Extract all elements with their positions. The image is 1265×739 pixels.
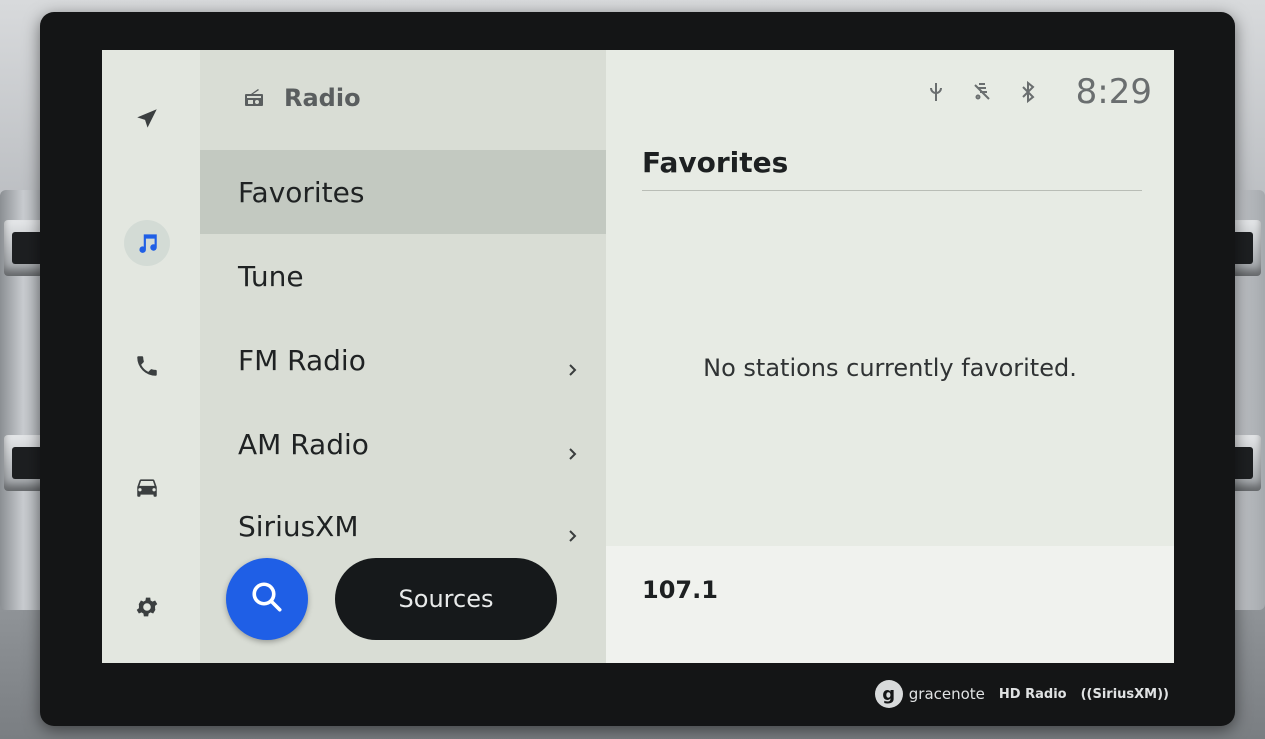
content-title: Favorites: [642, 146, 789, 179]
chevron-right-icon: [564, 352, 580, 376]
nav-rail: [102, 50, 200, 663]
status-bar: 8:29: [902, 72, 1152, 112]
search-icon: [249, 579, 285, 619]
menu-item-siriusxm[interactable]: SiriusXM: [200, 484, 606, 568]
radio-icon: [242, 86, 266, 110]
empty-state-message: No stations currently favorited.: [703, 354, 1077, 382]
menu-item-label: Tune: [238, 259, 304, 293]
divider: [642, 190, 1142, 191]
menu-item-fm-radio[interactable]: FM Radio: [200, 318, 606, 402]
now-playing-bar[interactable]: 107.1: [606, 546, 1174, 663]
infotainment-screen: Radio Favorites Tune FM Radio AM Radio S…: [102, 50, 1174, 663]
clock: 8:29: [1075, 72, 1152, 112]
now-playing-frequency: 107.1: [642, 576, 718, 604]
car-icon[interactable]: [124, 464, 170, 510]
menu-item-label: AM Radio: [238, 427, 369, 461]
bluetooth-icon: [1016, 80, 1040, 104]
favorites-content: 8:29 Favorites No stations currently fav…: [606, 50, 1174, 663]
gracenote-logo: gracenote: [908, 685, 985, 703]
phone-icon[interactable]: [124, 343, 170, 389]
bezel-logos: g gracenote HD Radio ((SiriusXM)): [874, 680, 1169, 708]
gracenote-logo-icon: g: [874, 680, 903, 708]
menu-item-label: SiriusXM: [238, 509, 359, 543]
wireless-charging-icon: [924, 80, 948, 104]
siriusxm-logo: ((SiriusXM)): [1080, 686, 1169, 702]
hd-radio-logo: HD Radio: [998, 686, 1067, 702]
mute-icon: [970, 80, 994, 104]
chevron-right-icon: [564, 436, 580, 460]
menu-item-am-radio[interactable]: AM Radio: [200, 402, 606, 486]
sources-button[interactable]: Sources: [335, 558, 557, 640]
chevron-right-icon: [564, 518, 580, 542]
panel-header: Radio: [200, 50, 606, 146]
menu-item-tune[interactable]: Tune: [200, 234, 606, 318]
music-note-icon[interactable]: [124, 220, 170, 266]
menu-item-label: FM Radio: [238, 343, 366, 377]
menu-item-favorites[interactable]: Favorites: [200, 150, 606, 234]
page-title: Radio: [284, 84, 361, 112]
gear-icon[interactable]: [124, 584, 170, 630]
search-button[interactable]: [226, 558, 308, 640]
navigation-icon[interactable]: [124, 96, 170, 142]
menu-item-label: Favorites: [238, 175, 365, 209]
